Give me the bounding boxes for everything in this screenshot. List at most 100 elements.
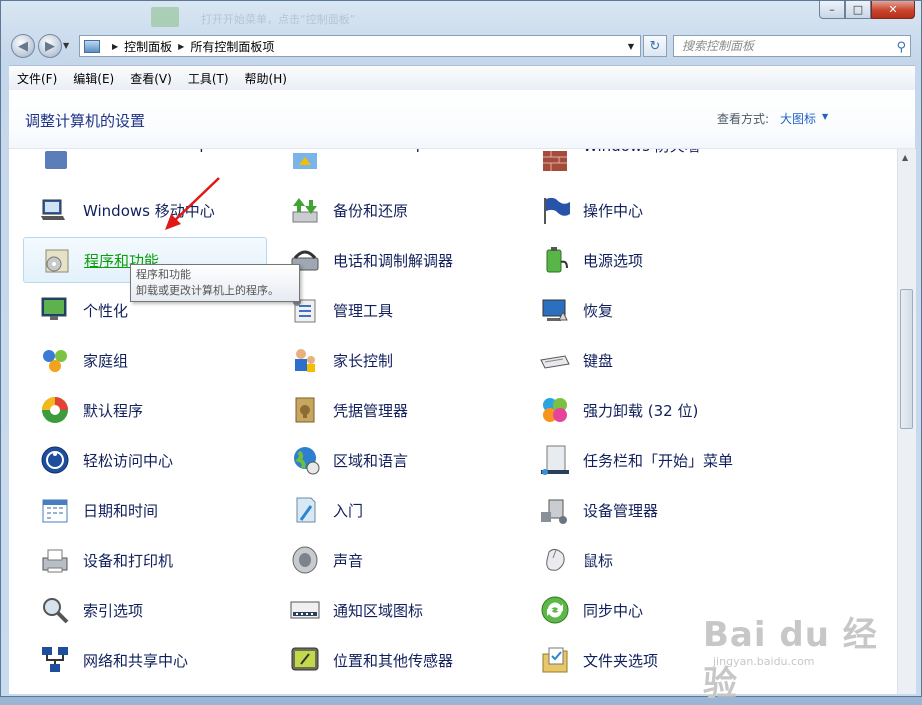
cp-item-backup-restore[interactable]: 备份和还原 [273, 187, 517, 233]
forward-arrow-icon: ▶ [45, 38, 55, 54]
ghost-thumbnail [151, 7, 179, 27]
cp-item-label: 日期和时间 [83, 501, 159, 520]
search-input[interactable]: 搜索控制面板 ⚲ [673, 35, 911, 57]
close-button[interactable]: ✕ [871, 1, 915, 19]
cp-item-label: 索引选项 [83, 601, 144, 620]
cp-item-label: 入门 [333, 501, 364, 520]
address-bar[interactable]: ▶ 控制面板 ▶ 所有控制面板项 ▼ [79, 35, 641, 57]
programs-features-icon [40, 244, 72, 276]
tooltip: 程序和功能 卸载或更改计算机上的程序。 [130, 264, 300, 302]
cp-item-recovery[interactable]: 恢复 [523, 287, 767, 333]
navigation-bar: ◀ ▶ ▼ ▶ 控制面板 ▶ 所有控制面板项 ▼ ↻ 搜索控制面板 ⚲ [1, 31, 921, 63]
cp-item-uninstaller-clover[interactable]: 强力卸载 (32 位) [523, 387, 767, 433]
sync-center-icon [539, 594, 571, 626]
cp-item-notification-area[interactable]: 通知区域图标 [273, 587, 517, 633]
scroll-up-icon[interactable]: ▲ [902, 153, 908, 162]
menu-view[interactable]: 查看(V) [122, 70, 180, 87]
sound-speaker-icon [289, 544, 321, 576]
uninstaller-clover-icon [539, 394, 571, 426]
location-sensors-icon [289, 644, 321, 676]
cp-item-phone-modem[interactable]: 电话和调制解调器 [273, 237, 517, 283]
cp-item-label: 文件夹选项 [583, 651, 659, 670]
scrollbar-thumb[interactable] [900, 289, 913, 429]
menu-tools[interactable]: 工具(T) [180, 70, 237, 87]
page-title: 调整计算机的设置 [25, 112, 146, 130]
region-language-globe-icon [289, 444, 321, 476]
recent-pages-dropdown[interactable]: ▼ [63, 41, 69, 50]
cp-item-label: 默认程序 [83, 401, 144, 420]
cp-item-date-time[interactable]: 日期和时间 [23, 487, 267, 533]
cp-item-label: 设备和打印机 [83, 551, 174, 570]
menu-edit[interactable]: 编辑(E) [65, 70, 122, 87]
cp-item-device-manager[interactable]: 设备管理器 [523, 487, 767, 533]
view-by-dropdown[interactable]: 大图标 [780, 110, 816, 127]
cp-item-label: Windows 防火墙 [583, 149, 700, 156]
back-button[interactable]: ◀ [11, 34, 35, 58]
cp-item-ease-of-access[interactable]: 轻松访问中心 [23, 437, 267, 483]
search-icon[interactable]: ⚲ [896, 38, 906, 58]
tooltip-title: 程序和功能 [136, 268, 191, 281]
cp-item-label: 通知区域图标 [333, 601, 424, 620]
breadcrumb-control-panel[interactable]: 控制面板 [124, 38, 172, 55]
cp-item-mouse[interactable]: 鼠标 [523, 537, 767, 583]
cp-item-label: 强力卸载 (32 位) [583, 401, 699, 420]
parental-controls-icon [289, 344, 321, 376]
cp-item-sound-speaker[interactable]: 声音 [273, 537, 517, 583]
cp-item-label: 位置和其他传感器 [333, 651, 454, 670]
cp-item-location-sensors[interactable]: 位置和其他传感器 [273, 637, 517, 683]
cp-item-label: 凭据管理器 [333, 401, 409, 420]
cp-item-indexing-options[interactable]: 索引选项 [23, 587, 267, 633]
cp-item-label: 管理工具 [333, 301, 394, 320]
vertical-scrollbar[interactable]: ▲ [897, 149, 916, 694]
breadcrumb-separator-icon[interactable]: ▶ [112, 42, 118, 51]
network-sharing-icon [39, 644, 71, 676]
windows-update-icon [289, 149, 321, 169]
menu-help[interactable]: 帮助(H) [237, 70, 295, 87]
getting-started-icon [289, 494, 321, 526]
backup-restore-icon [289, 194, 321, 226]
refresh-button[interactable]: ↻ [643, 35, 667, 57]
menu-file[interactable]: 文件(F) [9, 70, 65, 87]
back-arrow-icon: ◀ [18, 38, 28, 54]
cp-item-devices-printers[interactable]: 设备和打印机 [23, 537, 267, 583]
address-dropdown-icon[interactable]: ▼ [628, 42, 634, 51]
content-header: 调整计算机的设置 查看方式: 大图标 ▼ [9, 90, 915, 149]
menu-bar: 文件(F) 编辑(E) 查看(V) 工具(T) 帮助(H) [9, 65, 915, 90]
action-center-flag-icon [539, 194, 571, 226]
minimize-button[interactable]: – [819, 1, 845, 19]
cp-item-action-center-flag[interactable]: 操作中心 [523, 187, 767, 233]
cp-item-admin-tools[interactable]: 管理工具 [273, 287, 517, 333]
cp-item-cardspace[interactable]: Windows CardSpace [23, 149, 267, 173]
cp-item-credential-manager[interactable]: 凭据管理器 [273, 387, 517, 433]
cp-item-power-options[interactable]: 电源选项 [523, 237, 767, 283]
cp-item-label: Windows Update [333, 149, 459, 153]
cp-item-label: 声音 [333, 551, 364, 570]
device-manager-icon [539, 494, 571, 526]
cp-item-homegroup[interactable]: 家庭组 [23, 337, 267, 383]
baidu-watermark: Bai du 经验 jingyan.baidu.com [703, 603, 883, 704]
cp-item-getting-started[interactable]: 入门 [273, 487, 517, 533]
cp-item-default-programs[interactable]: 默认程序 [23, 387, 267, 433]
cp-item-region-language-globe[interactable]: 区域和语言 [273, 437, 517, 483]
title-bar[interactable]: 打开开始菜单，点击“控制面板” – □ ✕ [1, 1, 921, 31]
cp-item-label: 网络和共享中心 [83, 651, 189, 670]
breadcrumb-separator-icon[interactable]: ▶ [178, 42, 184, 51]
cp-item-taskbar-start-menu[interactable]: 任务栏和「开始」菜单 [523, 437, 767, 483]
cp-item-parental-controls[interactable]: 家长控制 [273, 337, 517, 383]
taskbar-start-menu-icon [539, 444, 571, 476]
cp-item-network-sharing[interactable]: 网络和共享中心 [23, 637, 267, 683]
view-dropdown-icon[interactable]: ▼ [822, 112, 828, 121]
cardspace-icon [39, 149, 71, 169]
breadcrumb-all-items[interactable]: 所有控制面板项 [190, 38, 274, 55]
cp-item-label: 恢复 [583, 301, 614, 320]
homegroup-icon [39, 344, 71, 376]
cp-item-windows-update[interactable]: Windows Update [273, 149, 517, 173]
cp-item-label: 家庭组 [83, 351, 129, 370]
cp-item-label: 设备管理器 [583, 501, 659, 520]
search-placeholder: 搜索控制面板 [682, 39, 755, 53]
cp-item-firewall[interactable]: Windows 防火墙 [523, 149, 767, 173]
forward-button[interactable]: ▶ [38, 34, 62, 58]
maximize-button[interactable]: □ [845, 1, 871, 19]
cp-item-label: 家长控制 [333, 351, 394, 370]
cp-item-keyboard[interactable]: 键盘 [523, 337, 767, 383]
